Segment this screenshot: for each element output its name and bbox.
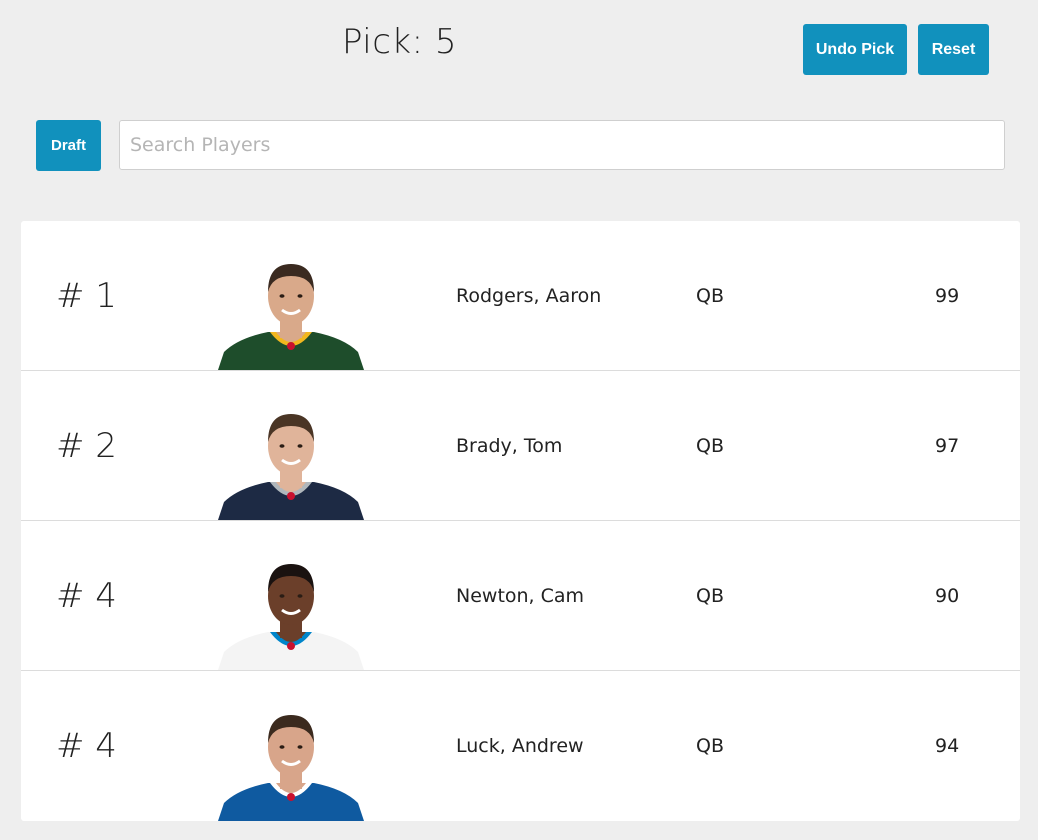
- player-row[interactable]: # 2 Brady, Tom QB 97: [21, 371, 1020, 521]
- player-rank: # 1: [56, 275, 117, 316]
- player-rank: # 2: [56, 425, 117, 466]
- player-headshot: [218, 414, 364, 520]
- draft-button[interactable]: Draft: [36, 120, 101, 171]
- player-position: QB: [696, 735, 724, 757]
- player-rating: 97: [935, 434, 960, 457]
- player-row[interactable]: # 4 Newton, Cam QB 90: [21, 521, 1020, 671]
- player-row[interactable]: # 4 Luck, Andrew QB 94: [21, 671, 1020, 821]
- player-headshot: [218, 264, 364, 370]
- player-rank: # 4: [56, 575, 117, 616]
- search-players-input[interactable]: [119, 120, 1005, 170]
- player-name: Brady, Tom: [456, 434, 563, 457]
- player-position: QB: [696, 284, 724, 307]
- player-name: Luck, Andrew: [456, 735, 584, 757]
- player-rating: 90: [935, 584, 960, 607]
- player-row[interactable]: # 1 Rodgers, Aaron QB 99: [21, 221, 1020, 371]
- player-list: # 1 Rodgers, Aaron QB 99 # 2 Brady, Tom QB 97 # …: [21, 221, 1020, 821]
- player-rating: 94: [935, 735, 960, 757]
- player-name: Rodgers, Aaron: [456, 284, 602, 307]
- pick-counter: Pick: 5: [342, 22, 457, 62]
- player-name: Newton, Cam: [456, 584, 585, 607]
- player-position: QB: [696, 434, 724, 457]
- reset-button[interactable]: Reset: [918, 24, 989, 75]
- player-headshot: [218, 564, 364, 670]
- undo-pick-button[interactable]: Undo Pick: [803, 24, 907, 75]
- player-headshot: [218, 715, 364, 821]
- player-rating: 99: [935, 284, 960, 307]
- player-position: QB: [696, 584, 724, 607]
- player-rank: # 4: [56, 726, 117, 766]
